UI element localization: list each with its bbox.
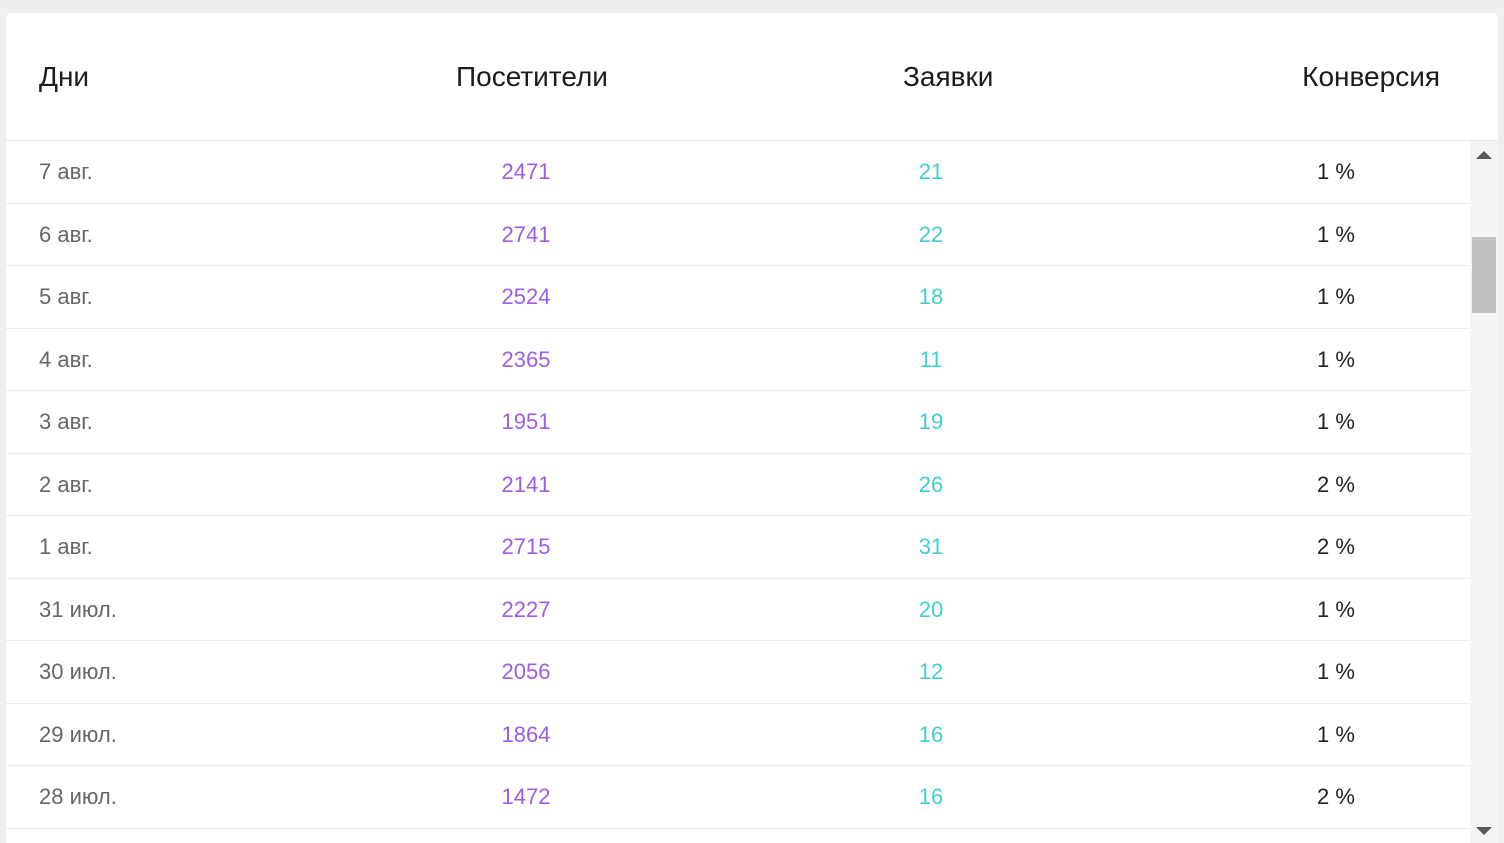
cell-conversion: 1 %	[1317, 596, 1355, 622]
table-row: 28 июл. 1472 16 2 %	[6, 766, 1470, 829]
cell-visitors: 2365	[501, 346, 551, 372]
cell-visitors: 1951	[501, 409, 551, 434]
cell-visitors: 1472	[501, 784, 551, 809]
header-requests[interactable]: Заявки	[903, 61, 993, 93]
triangle-up-icon[interactable]	[1476, 151, 1492, 159]
cell-conversion: 1 %	[1317, 659, 1355, 684]
triangle-down-icon[interactable]	[1476, 827, 1492, 835]
cell-conversion: 1 %	[1317, 409, 1355, 434]
cell-conversion: 1 %	[1317, 221, 1355, 247]
table-row: 6 авг. 2741 22 1 %	[6, 204, 1470, 266]
header-conversion[interactable]: Конверсия	[1302, 61, 1440, 93]
cell-day: 2 авг.	[39, 471, 93, 497]
cell-conversion: 1 %	[1317, 284, 1355, 309]
cell-requests: 21	[918, 159, 944, 184]
cell-visitors: 1864	[501, 721, 551, 747]
cell-conversion: 2 %	[1317, 471, 1355, 497]
table-row: 4 авг. 2365 11 1 %	[6, 329, 1470, 391]
cell-requests: 22	[918, 221, 944, 247]
cell-day: 1 авг.	[39, 534, 93, 559]
table-header: Дни Посетители Заявки Конверсия	[6, 13, 1498, 141]
vertical-scrollbar[interactable]	[1470, 141, 1498, 843]
cell-day: 30 июл.	[39, 659, 117, 684]
cell-conversion: 2 %	[1317, 534, 1355, 559]
cell-day: 6 авг.	[39, 221, 93, 247]
cell-requests: 16	[918, 784, 944, 809]
cell-day: 31 июл.	[39, 596, 117, 622]
cell-requests: 26	[918, 471, 944, 497]
scrollbar-thumb[interactable]	[1472, 237, 1496, 313]
cell-visitors: 2056	[501, 659, 551, 684]
cell-visitors: 2471	[501, 159, 551, 184]
cell-requests: 19	[918, 409, 944, 434]
cell-visitors: 2741	[501, 221, 551, 247]
table-row: 1 авг. 2715 31 2 %	[6, 516, 1470, 579]
cell-conversion: 1 %	[1317, 346, 1355, 372]
cell-day: 5 авг.	[39, 284, 93, 309]
cell-requests: 31	[918, 534, 944, 559]
cell-conversion: 1 %	[1317, 159, 1355, 184]
cell-visitors: 2141	[501, 471, 551, 497]
cell-requests: 20	[918, 596, 944, 622]
cell-visitors: 2715	[501, 534, 551, 559]
cell-conversion: 1 %	[1317, 721, 1355, 747]
cell-requests: 16	[918, 721, 944, 747]
table-row: 30 июл. 2056 12 1 %	[6, 641, 1470, 704]
cell-day: 29 июл.	[39, 721, 117, 747]
header-visitors[interactable]: Посетители	[456, 61, 608, 93]
table-row: 5 авг. 2524 18 1 %	[6, 266, 1470, 329]
header-days[interactable]: Дни	[39, 61, 89, 93]
cell-requests: 11	[919, 346, 943, 372]
table-body: 7 авг. 2471 21 1 % 6 авг. 2741 22 1 % 5 …	[6, 141, 1470, 843]
table-row: 3 авг. 1951 19 1 %	[6, 391, 1470, 454]
table-row: 7 авг. 2471 21 1 %	[6, 141, 1470, 204]
cell-day: 28 июл.	[39, 784, 117, 809]
cell-day: 3 авг.	[39, 409, 93, 434]
cell-conversion: 2 %	[1317, 784, 1355, 809]
stats-table-panel: Дни Посетители Заявки Конверсия 7 авг. 2…	[6, 13, 1498, 843]
cell-visitors: 2227	[501, 596, 551, 622]
cell-requests: 18	[918, 284, 944, 309]
cell-requests: 12	[918, 659, 944, 684]
table-row: 29 июл. 1864 16 1 %	[6, 704, 1470, 766]
table-row: 31 июл. 2227 20 1 %	[6, 579, 1470, 641]
table-row: 2 авг. 2141 26 2 %	[6, 454, 1470, 516]
cell-day: 4 авг.	[39, 346, 93, 372]
cell-day: 7 авг.	[39, 159, 93, 184]
cell-visitors: 2524	[501, 284, 551, 309]
